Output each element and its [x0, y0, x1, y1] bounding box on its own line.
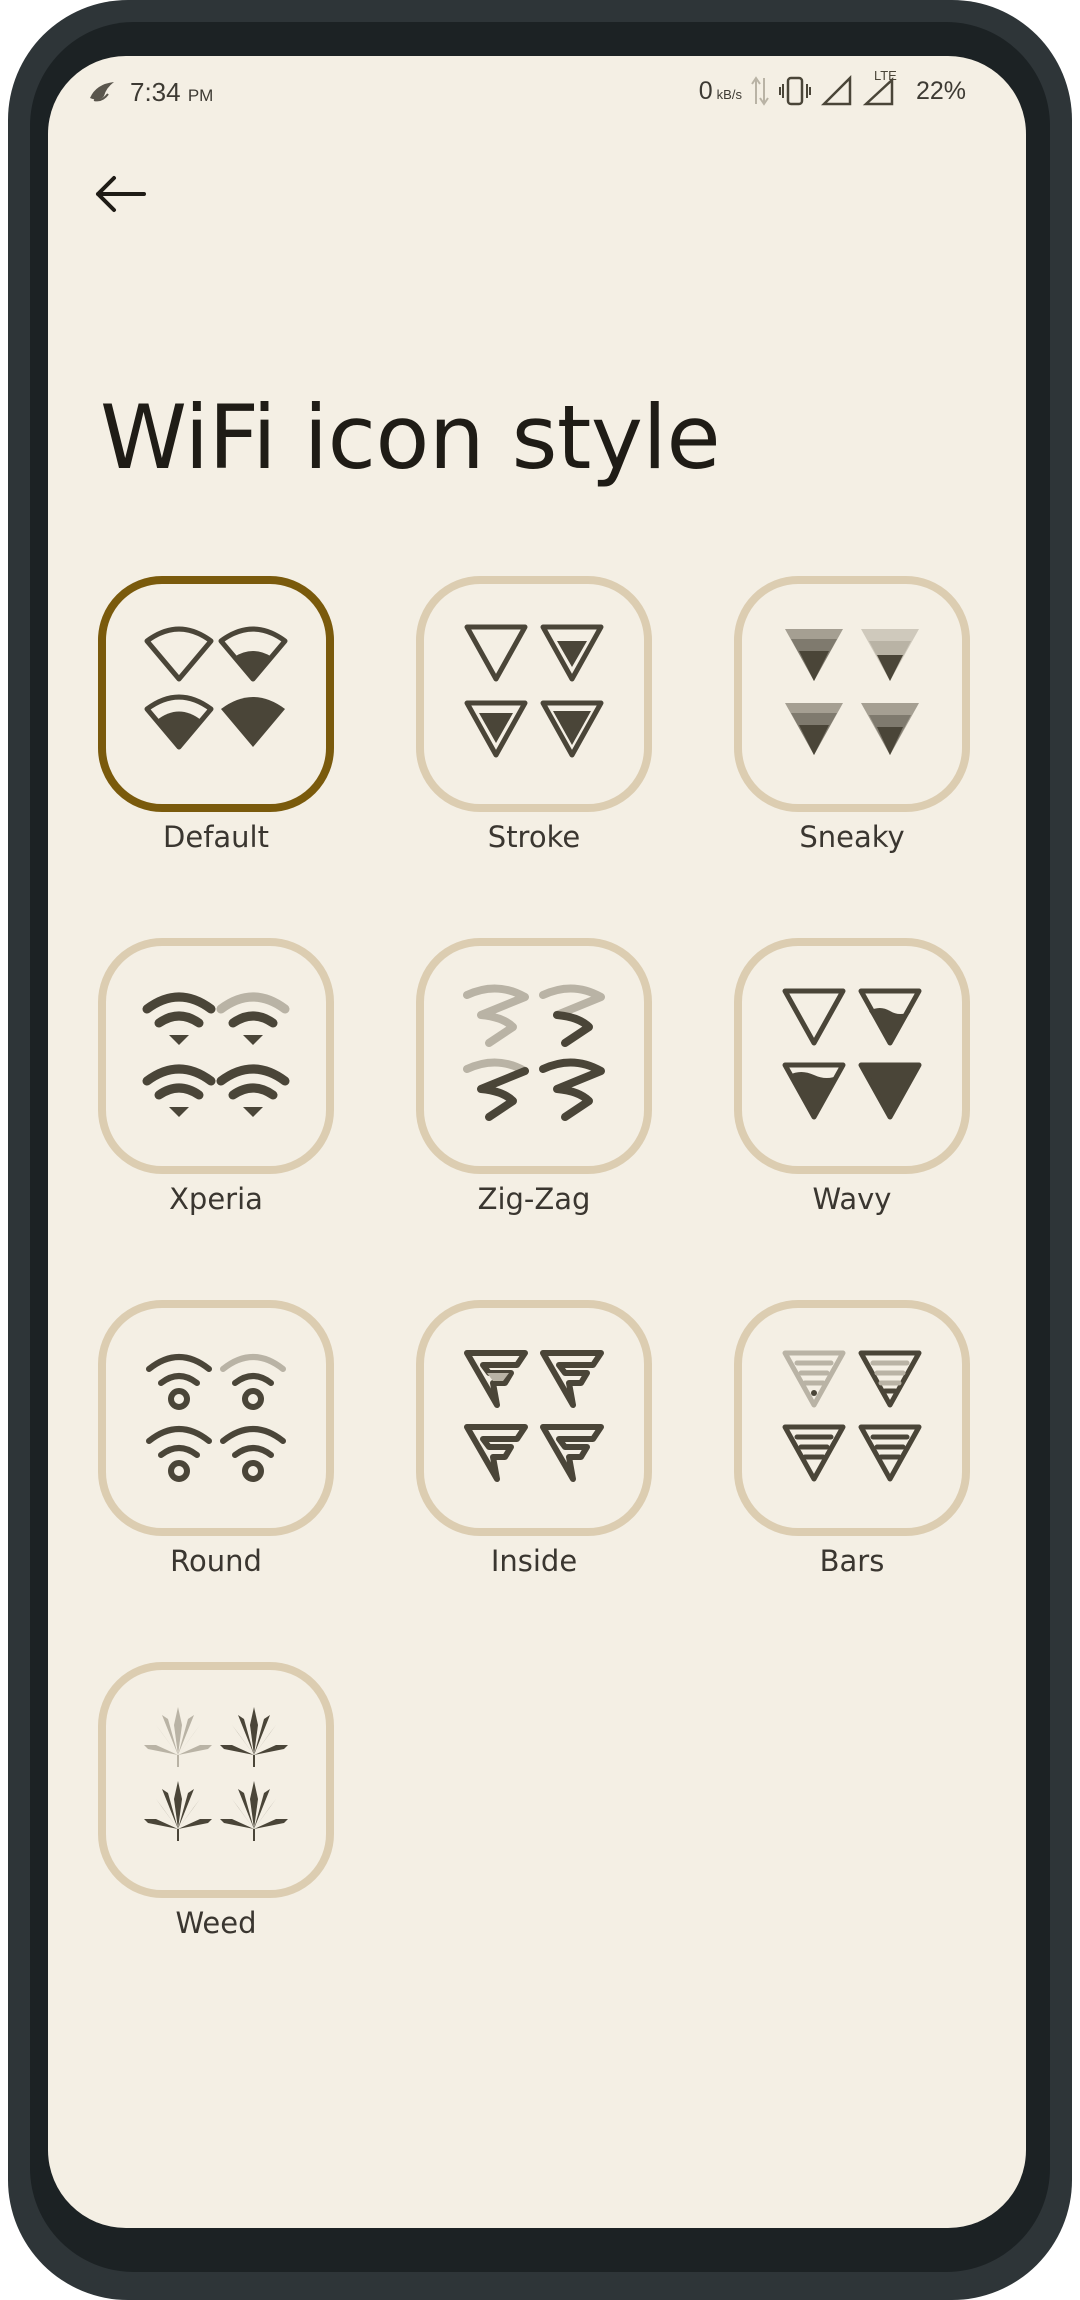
- style-preview-wavy: [734, 938, 970, 1174]
- style-preview-inside: [416, 1300, 652, 1536]
- wifi-sneaky-icon: [785, 629, 919, 755]
- data-transfer-icon: [751, 76, 769, 106]
- style-option-wavy[interactable]: Wavy: [734, 938, 970, 1216]
- style-label: Weed: [175, 1906, 257, 1940]
- style-preview-default: [98, 576, 334, 812]
- style-preview-bars: [734, 1300, 970, 1536]
- style-option-stroke[interactable]: Stroke: [416, 576, 652, 854]
- style-option-inside[interactable]: Inside: [416, 1300, 652, 1578]
- signal-icon: [820, 74, 852, 106]
- network-type-label: LTE: [873, 68, 897, 83]
- style-label: Round: [170, 1544, 262, 1578]
- page-title: WiFi icon style: [100, 386, 721, 489]
- style-label: Stroke: [487, 820, 581, 854]
- style-preview-zigzag: [416, 938, 652, 1174]
- icon-style-grid: Default Stroke Sneaky Xperia Zig-Zag Wav…: [98, 576, 978, 1940]
- wifi-default-icon: [144, 626, 288, 750]
- style-preview-xperia: [98, 938, 334, 1174]
- style-label: Inside: [490, 1544, 578, 1578]
- back-button[interactable]: [82, 156, 158, 232]
- net-speed: 0 kB/s: [698, 76, 742, 105]
- wifi-wavy-icon: [782, 988, 922, 1120]
- wifi-stroke-icon: [464, 624, 604, 758]
- style-label: Xperia: [169, 1182, 263, 1216]
- lte-signal: LTE: [862, 68, 898, 108]
- style-preview-sneaky: [734, 576, 970, 812]
- style-label: Sneaky: [799, 820, 905, 854]
- style-label: Bars: [819, 1544, 885, 1578]
- status-time: 7:34 PM: [130, 76, 214, 107]
- status-bar: 7:34 PM 0 kB/s LTE 22%: [48, 56, 1026, 136]
- style-option-xperia[interactable]: Xperia: [98, 938, 334, 1216]
- style-option-zigzag[interactable]: Zig-Zag: [416, 938, 652, 1216]
- style-option-bars[interactable]: Bars: [734, 1300, 970, 1578]
- style-option-weed[interactable]: Weed: [98, 1662, 334, 1940]
- battery-percent: 22%: [915, 76, 966, 105]
- style-option-sneaky[interactable]: Sneaky: [734, 576, 970, 854]
- style-preview-stroke: [416, 576, 652, 812]
- style-option-default[interactable]: Default: [98, 576, 334, 854]
- arrow-left-icon: [96, 176, 146, 212]
- wifi-xperia-icon: [142, 992, 290, 1117]
- style-label: Default: [163, 820, 269, 854]
- style-preview-round: [98, 1300, 334, 1536]
- style-label: Zig-Zag: [477, 1182, 591, 1216]
- wifi-round-icon: [146, 1354, 286, 1482]
- style-preview-weed: [98, 1662, 334, 1898]
- vibrate-icon: [778, 76, 811, 106]
- screen: 7:34 PM 0 kB/s LTE 22% WiFi icon style D…: [48, 56, 1026, 2228]
- style-option-round[interactable]: Round: [98, 1300, 334, 1578]
- wifi-weed-icon: [144, 1707, 288, 1841]
- app-logo-icon: [90, 82, 114, 102]
- wifi-zigzag-icon: [463, 984, 605, 1121]
- wifi-inside-icon: [464, 1350, 604, 1482]
- style-label: Wavy: [812, 1182, 892, 1216]
- wifi-bars-icon: [782, 1350, 922, 1482]
